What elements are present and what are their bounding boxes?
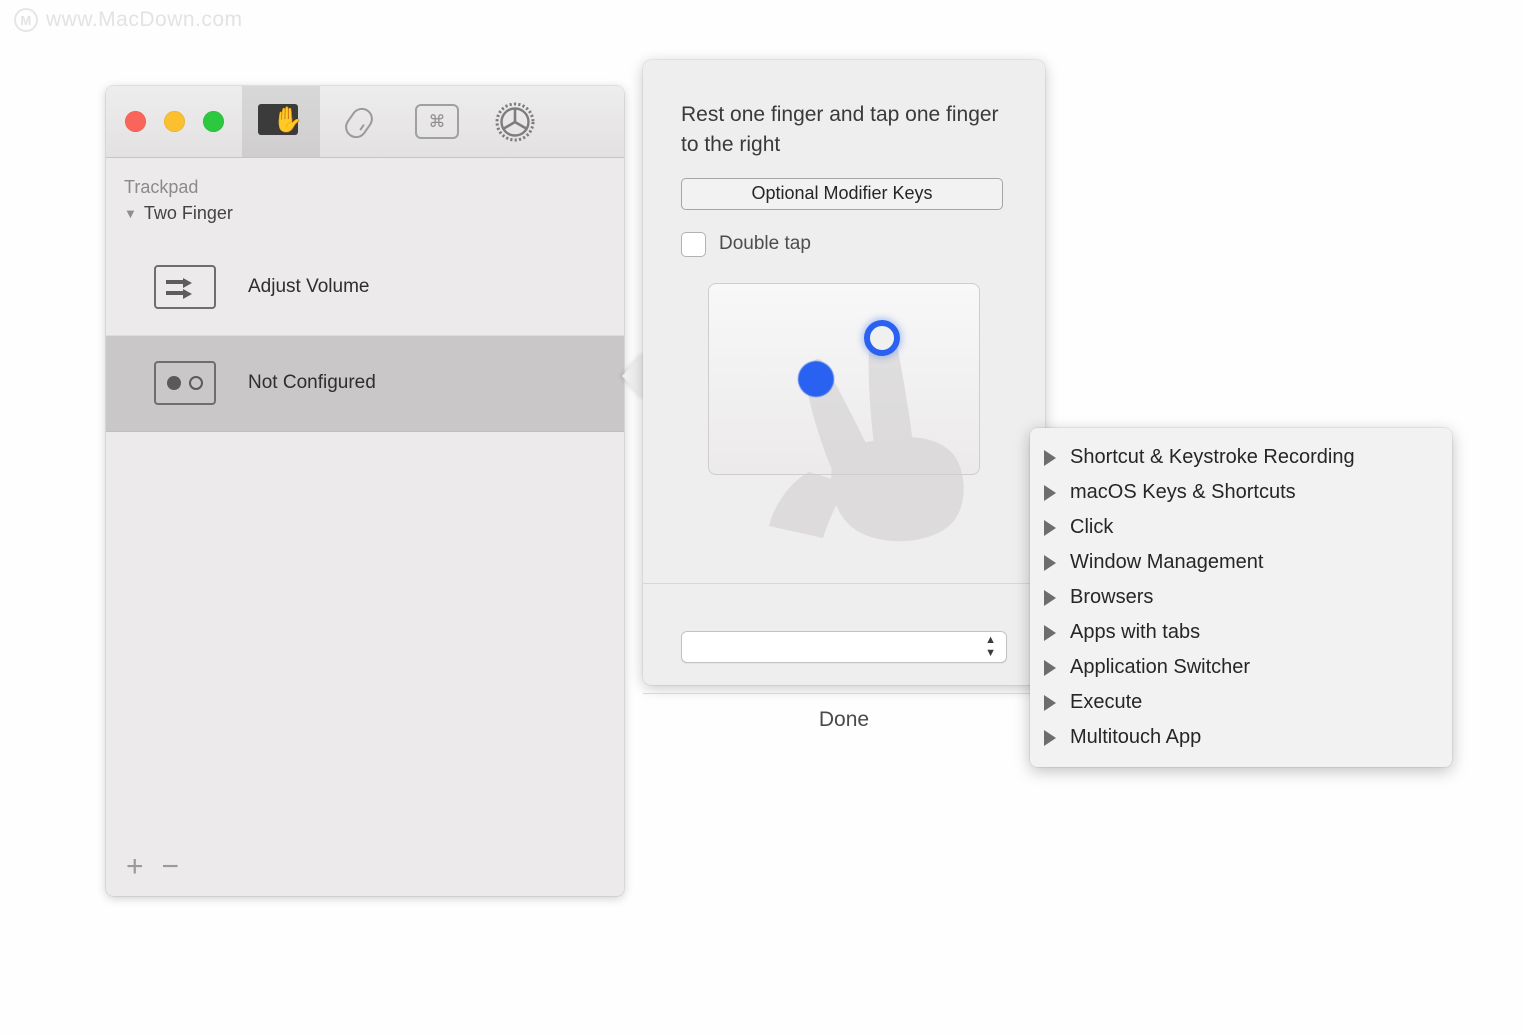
menu-item-browsers[interactable]: Browsers [1030,580,1452,615]
menu-item-label: Application Switcher [1070,656,1251,678]
dot-filled-dot-hollow-icon [154,361,216,406]
resting-finger-dot [798,360,834,397]
menu-item-apps-with-tabs[interactable]: Apps with tabs [1030,615,1452,650]
gesture-list: Adjust Volume Not Configured [106,240,624,432]
sidebar-group-label: Two Finger [143,203,233,224]
sidebar-section-title: Trackpad [124,177,199,197]
sidebar-footer: + − [106,838,624,896]
chevron-right-icon [1044,694,1056,711]
remove-gesture-button[interactable]: − [162,852,180,882]
chevron-right-icon [1044,729,1056,746]
tab-mouse[interactable] [320,86,398,157]
close-button[interactable] [125,111,146,132]
chevron-right-icon [1044,659,1056,676]
tapping-finger-dot [864,319,900,356]
traffic-light-group [106,111,224,132]
list-item-label: Not Configured [248,372,376,394]
menu-item-application-switcher[interactable]: Application Switcher [1030,650,1452,685]
preferences-window: ✋ ⌘ Trackpad ▼ Two Finger Adjust Volume … [106,86,624,896]
chevron-right-icon [1044,484,1056,501]
optional-modifier-keys-label: Optional Modifier Keys [751,183,933,204]
two-arrows-right-icon [154,265,216,310]
menu-item-multitouch-app[interactable]: Multitouch App [1030,720,1452,755]
menu-item-label: Shortcut & Keystroke Recording [1070,446,1355,468]
menu-item-label: Click [1070,516,1114,538]
gesture-config-popover: Rest one finger and tap one finger to th… [643,60,1045,731]
chevron-right-icon [1044,554,1056,571]
menu-item-label: Browsers [1070,586,1154,608]
chevron-right-icon [1044,519,1056,536]
list-item-not-configured[interactable]: Not Configured [106,335,624,432]
trackpad-hand-icon: ✋ [258,104,304,139]
chevron-down-icon[interactable]: ▼ [124,204,137,224]
screen: M www.MacDown.com ✋ ⌘ Trackpad ▼ Two Fin… [0,0,1524,1034]
tab-settings[interactable] [476,86,554,157]
tab-keyboard[interactable]: ⌘ [398,86,476,157]
menu-item-shortcut-keystroke-recording[interactable]: Shortcut & Keystroke Recording [1030,440,1452,475]
toolbar-tabs: ✋ ⌘ [242,86,554,157]
menu-item-window-management[interactable]: Window Management [1030,545,1452,580]
zoom-button[interactable] [203,111,224,132]
popover-tail-arrow [622,352,644,400]
chevron-updown-icon[interactable]: ▲ ▼ [985,635,996,659]
action-select[interactable]: ▲ ▼ [681,631,1007,663]
list-item-label: Adjust Volume [248,276,370,298]
menu-item-label: Multitouch App [1070,726,1202,748]
gear-settings-icon [495,102,535,141]
done-label: Done [818,708,870,731]
done-button[interactable]: Done [643,694,1045,746]
menu-item-execute[interactable]: Execute [1030,685,1452,720]
trackpad-two-finger-illustration [708,282,980,541]
double-tap-checkbox-row[interactable]: Double tap [681,231,1007,257]
action-category-menu: Shortcut & Keystroke Recording macOS Key… [1030,428,1452,767]
chevron-right-icon [1044,449,1056,466]
mouse-icon [340,103,378,142]
chevron-right-icon [1044,589,1056,606]
window-titlebar: ✋ ⌘ [106,86,624,158]
double-tap-label: Double tap [719,233,811,255]
sidebar-header: Trackpad ▼ Two Finger [106,158,624,228]
instruction-text: Rest one finger and tap one finger to th… [681,103,999,156]
watermark-text: www.MacDown.com [46,8,243,31]
menu-item-label: Window Management [1070,551,1264,573]
divider [643,583,1045,584]
menu-item-label: macOS Keys & Shortcuts [1070,481,1296,503]
optional-modifier-keys-button[interactable]: Optional Modifier Keys [681,177,1003,210]
chevron-right-icon [1044,624,1056,641]
minimize-button[interactable] [164,111,185,132]
menu-item-click[interactable]: Click [1030,510,1452,545]
watermark: M www.MacDown.com [14,8,243,32]
macdown-logo-icon: M [14,8,38,32]
list-item-adjust-volume[interactable]: Adjust Volume [106,240,624,336]
tab-trackpad[interactable]: ✋ [242,86,320,157]
menu-item-label: Execute [1070,691,1143,713]
double-tap-checkbox[interactable] [681,231,706,257]
menu-item-macos-keys-shortcuts[interactable]: macOS Keys & Shortcuts [1030,475,1452,510]
sidebar-group-two-finger[interactable]: ▼ Two Finger [124,200,624,228]
keyboard-command-key-icon: ⌘ [415,104,459,139]
add-gesture-button[interactable]: + [126,852,144,882]
menu-item-label: Apps with tabs [1070,621,1201,643]
